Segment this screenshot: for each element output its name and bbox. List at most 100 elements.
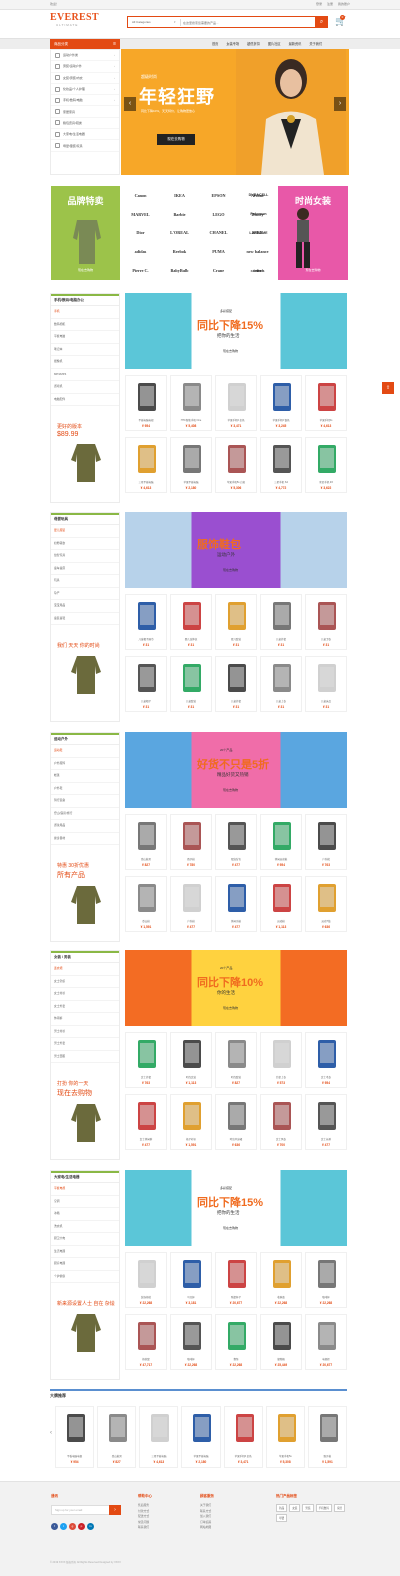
product-card[interactable]: 女士休闲裤 ¥ 477 [125,1094,167,1150]
product-card[interactable]: 时尚女装 ¥ 1,113 [170,1032,212,1088]
brand-logo[interactable]: Dior [121,224,160,243]
product-card[interactable]: 女士风衣 ¥ 700 [260,1094,302,1150]
category-menu-item[interactable]: 手机/数码/电脑 › [51,95,119,107]
product-card[interactable]: 三星手机 S4 ¥ 4,772 [260,437,302,493]
section-subcategory-link[interactable]: 女士衬衫 [51,988,119,1001]
product-card[interactable]: 儿童外套 ¥ 31 [260,594,302,650]
brand-logo[interactable]: CHANEL [199,224,238,243]
footer-link[interactable]: 联系我们 [138,1525,152,1531]
brand-logo[interactable]: IKEA [160,186,199,205]
section-subcategory-link[interactable]: 平板电脑 [51,331,119,344]
section-subcategory-link[interactable]: 电脑配件 [51,394,119,406]
featured-product-card[interactable]: 苹果平板电脑 ¥ 2,180 [181,1406,221,1468]
tag-link[interactable]: 新品 [276,1504,288,1512]
product-card[interactable]: 户外鞋 ¥ 477 [170,876,212,932]
section-promo[interactable]: 特惠 30折优惠 所有产品 [51,863,121,925]
product-card[interactable]: 儿童床品 ¥ 31 [305,656,347,712]
product-card[interactable]: 咖啡杯 ¥ 22,268 [305,1252,347,1308]
product-card[interactable]: 马克杯 ¥ 3,181 [170,1252,212,1308]
product-card[interactable]: 陶瓷杯子 ¥ 20,677 [215,1252,257,1308]
banner-shop-link[interactable]: 现在去购物 [223,1226,238,1230]
product-card[interactable]: 登山鞋男 ¥ 827 [125,814,167,870]
section-subcategory-link[interactable]: 连衣裙 [51,963,119,976]
section-subcategory-link[interactable]: 男士衬衫 [51,1026,119,1038]
category-menu-item[interactable]: 箱包皮具/鞋类 [51,118,119,130]
category-menu-item[interactable]: 化妆品/个人护理 › [51,84,119,96]
section-subcategory-link[interactable]: 摄像机 [51,356,119,369]
section-subcategory-link[interactable]: 宝宝用品 [51,600,119,613]
section-subcategory-link[interactable]: 空调 [51,1196,119,1208]
brand-logo[interactable]: adidas [121,242,160,261]
product-card[interactable]: 靠垫 ¥ 22,268 [215,1314,257,1370]
section-banner[interactable]: 20个产品 好货不只是5折 精品好货又热销 现在去购物 [125,732,347,808]
brand-logo[interactable]: Barbie [160,205,199,224]
section-subcategory-link[interactable]: 女士针织 [51,976,119,988]
section-banner[interactable]: 多彩搭配 同比下降15% 把你的生活 现在去购物 [125,1170,347,1246]
product-card[interactable]: 装饰抱枕 ¥ 22,268 [125,1252,167,1308]
category-menu-item[interactable]: 女装/男装/内衣 › [51,73,119,84]
product-card[interactable]: 登山鞋 ¥ 1,591 [125,876,167,932]
search-button[interactable]: ⌕ [315,16,328,28]
product-card[interactable]: HTC智能手机 One ¥ 5,408 [170,375,212,431]
section-subcategory-link[interactable]: 厨房电器 [51,1258,119,1271]
facebook-icon[interactable]: f [51,1523,58,1530]
product-card[interactable]: 针织上衣 ¥ 573 [260,1032,302,1088]
back-to-top-button[interactable]: ⇧ [382,382,394,394]
product-card[interactable]: 休闲凉鞋 ¥ 477 [215,876,257,932]
product-card[interactable]: 跑步鞋 ¥ 780 [170,814,212,870]
featured-prev-icon[interactable]: ‹ [50,1430,52,1436]
tag-link[interactable]: 家居 [333,1504,346,1512]
product-card[interactable]: 女士长裤 ¥ 477 [305,1094,347,1150]
featured-product-card[interactable]: 苹果手机5s ¥ 5,308 [265,1406,305,1468]
section-subcategory-link[interactable]: 男士外套 [51,1038,119,1051]
twitter-icon[interactable]: t [60,1523,67,1530]
section-banner[interactable]: 多彩搭配 同比下降15% 把你的生活 现在去购物 [125,293,347,369]
product-card[interactable]: 儿童上衣 ¥ 31 [260,656,302,712]
section-subcategory-link[interactable]: 休闲裤 [51,1013,119,1026]
section-subcategory-link[interactable]: 玩具 [51,575,119,588]
product-card[interactable]: 婴儿连体衣 ¥ 31 [170,594,212,650]
nav-women[interactable]: 女装专场 [226,39,239,49]
product-card[interactable]: 儿童帽子 ¥ 31 [125,656,167,712]
newsletter-submit-button[interactable]: › [109,1505,121,1515]
register-link[interactable]: 注册 [327,2,333,6]
product-card[interactable]: 平板电脑电视 ¥ 954 [125,375,167,431]
product-card[interactable]: 儿童帽子围巾 ¥ 31 [125,594,167,650]
section-subcategory-link[interactable]: 益智玩具 [51,550,119,563]
brand-logo[interactable]: Crane [199,261,238,280]
product-card[interactable]: 双肩背包 ¥ 477 [215,814,257,870]
category-menu-item[interactable]: 大家电/生活电器 [51,129,119,141]
section-banner[interactable]: 服饰鞋包 运动户外 现在去购物 [125,512,347,588]
section-subcategory-link[interactable]: 生活电器 [51,1246,119,1258]
product-card[interactable]: 电视柜 ¥ 20,677 [305,1314,347,1370]
brand-logo[interactable]: britax [240,261,277,280]
section-subcategory-link[interactable]: 童装童鞋 [51,613,119,625]
search-input[interactable] [183,18,313,27]
product-card[interactable]: 休闲运动鞋 ¥ 954 [260,814,302,870]
section-subcategory-link[interactable]: MP3/MP4 [51,369,119,381]
section-subcategory-link[interactable]: 游泳用品 [51,820,119,833]
hero-shop-button[interactable]: 现在去购物 [157,134,195,145]
product-card[interactable]: 女士外套 ¥ 763 [125,1032,167,1088]
product-card[interactable]: 运动T恤 ¥ 636 [305,876,347,932]
featured-product-card[interactable]: 苹果手机6 金色 ¥ 3,471 [223,1406,263,1468]
site-logo[interactable]: EVEREST ULTIMATE [50,13,98,35]
category-menu-item[interactable]: 家居家具 [51,106,119,118]
nav-home[interactable]: 首页 [212,39,218,49]
banner-shop-link[interactable]: 现在去购物 [223,349,238,353]
product-card[interactable]: 运动鞋 ¥ 1,113 [260,876,302,932]
brand-promo-right[interactable]: 时尚女装 现在去购物 [278,186,348,280]
section-subcategory-link[interactable]: 孕产 [51,588,119,600]
my-account-link[interactable]: 我的账户 [338,2,350,6]
brand-logo[interactable]: Canon [121,186,160,205]
product-card[interactable]: 苹果手机6 银色 ¥ 3,245 [260,375,302,431]
section-subcategory-link[interactable]: 婴儿服装 [51,525,119,538]
category-menu-item[interactable]: 母婴/童装/玩具 [51,140,119,152]
brand-logo[interactable]: Pierre C. [121,261,160,280]
brand-logo[interactable]: DURACELL [240,186,277,205]
category-menu-item[interactable]: 男装/运动户外 › [51,61,119,73]
product-card[interactable]: 收纳盒 ¥ 22,268 [260,1252,302,1308]
search-category-select[interactable]: All Categories [132,20,151,24]
category-menu-item[interactable]: 运动户外类 › [51,50,119,62]
product-card[interactable]: 时尚套装 ¥ 827 [215,1032,257,1088]
